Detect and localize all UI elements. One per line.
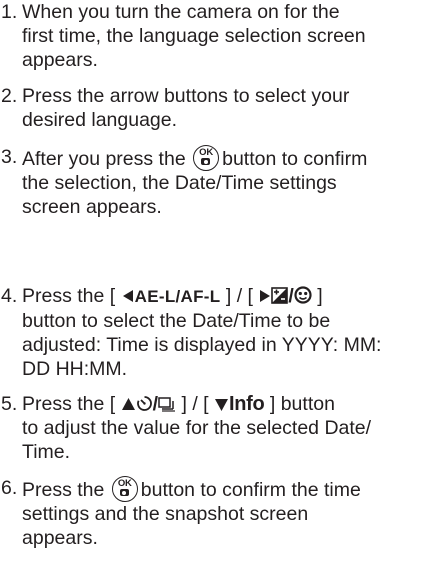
step-line: Press the [ / ] / [ Info ] button xyxy=(22,392,430,416)
step-number: 4. xyxy=(1,285,18,307)
step-line: appears. xyxy=(22,527,98,549)
step-text-fragment: After you press the xyxy=(22,148,186,170)
step-line: DD HH:MM. xyxy=(22,358,128,380)
step-number: 1. xyxy=(1,1,18,23)
step-line: adjusted: Time is displayed in YYYY: MM: xyxy=(22,334,382,356)
ok-button-icon: OK xyxy=(111,476,138,502)
step-text: Press the [ / ] / [ Info ] button to adj… xyxy=(22,392,430,464)
step-text-fragment: Press the xyxy=(22,479,105,501)
ok-button-icon: OK xyxy=(193,145,220,171)
play-icon xyxy=(260,290,271,302)
step-line: screen appears. xyxy=(22,196,162,218)
step-text-fragment: ] / [ xyxy=(181,393,209,415)
continuous-shooting-icon xyxy=(158,397,176,412)
step-text-fragment: ] xyxy=(317,285,323,307)
step-text-fragment: Press the [ xyxy=(22,393,116,415)
step-text-fragment: ] / [ xyxy=(225,285,253,307)
step-number: 6. xyxy=(1,477,18,499)
ae-af-lock-label: AE-L/AF-L xyxy=(134,287,221,306)
info-label: Info xyxy=(229,393,265,415)
ok-label: OK xyxy=(117,478,132,489)
step-line: After you press the OK button to confirm xyxy=(22,145,430,171)
step-number: 3. xyxy=(1,146,18,168)
step-text: When you turn the camera on for the firs… xyxy=(22,0,430,72)
step-line: settings and the snapshot screen xyxy=(22,503,309,525)
step-text-fragment: button to confirm the time xyxy=(140,479,361,501)
camera-icon xyxy=(119,489,129,496)
step-line: first time, the language selection scree… xyxy=(22,25,366,47)
step-text-fragment: button to confirm xyxy=(222,148,368,170)
down-arrow-icon xyxy=(215,399,228,411)
step-text-fragment: ] button xyxy=(269,393,335,415)
step-text: After you press the OK button to confirm … xyxy=(22,145,430,219)
step-number: 2. xyxy=(1,85,18,107)
step-text-fragment: Press the [ xyxy=(22,285,116,307)
exposure-compensation-icon xyxy=(271,287,289,304)
step-line: Press the OK button to confirm the time xyxy=(22,476,430,502)
camera-icon xyxy=(201,158,211,165)
step-line: to adjust the value for the selected Dat… xyxy=(22,417,372,439)
step-line: button to select the Date/Time to be xyxy=(22,310,331,332)
step-line: Press the [ AE-L/AF-L ] / [ / ] xyxy=(22,284,430,309)
step-text: Press the arrow buttons to select your d… xyxy=(22,84,430,132)
step-line: When you turn the camera on for the xyxy=(22,1,340,23)
step-text: Press the OK button to confirm the time s… xyxy=(22,476,430,550)
step-line: Time. xyxy=(22,441,71,463)
left-arrow-icon xyxy=(122,290,133,302)
face-detection-icon xyxy=(294,286,312,304)
step-line: desired language. xyxy=(22,109,178,131)
up-arrow-icon xyxy=(121,398,135,410)
step-line: the selection, the Date/Time settings xyxy=(22,172,337,194)
step-text: Press the [ AE-L/AF-L ] / [ / ] button t… xyxy=(22,284,430,381)
self-timer-icon xyxy=(136,396,152,411)
step-line: appears. xyxy=(22,49,98,71)
ok-label: OK xyxy=(199,147,214,158)
step-line: Press the arrow buttons to select your xyxy=(22,85,350,107)
step-number: 5. xyxy=(1,393,18,415)
